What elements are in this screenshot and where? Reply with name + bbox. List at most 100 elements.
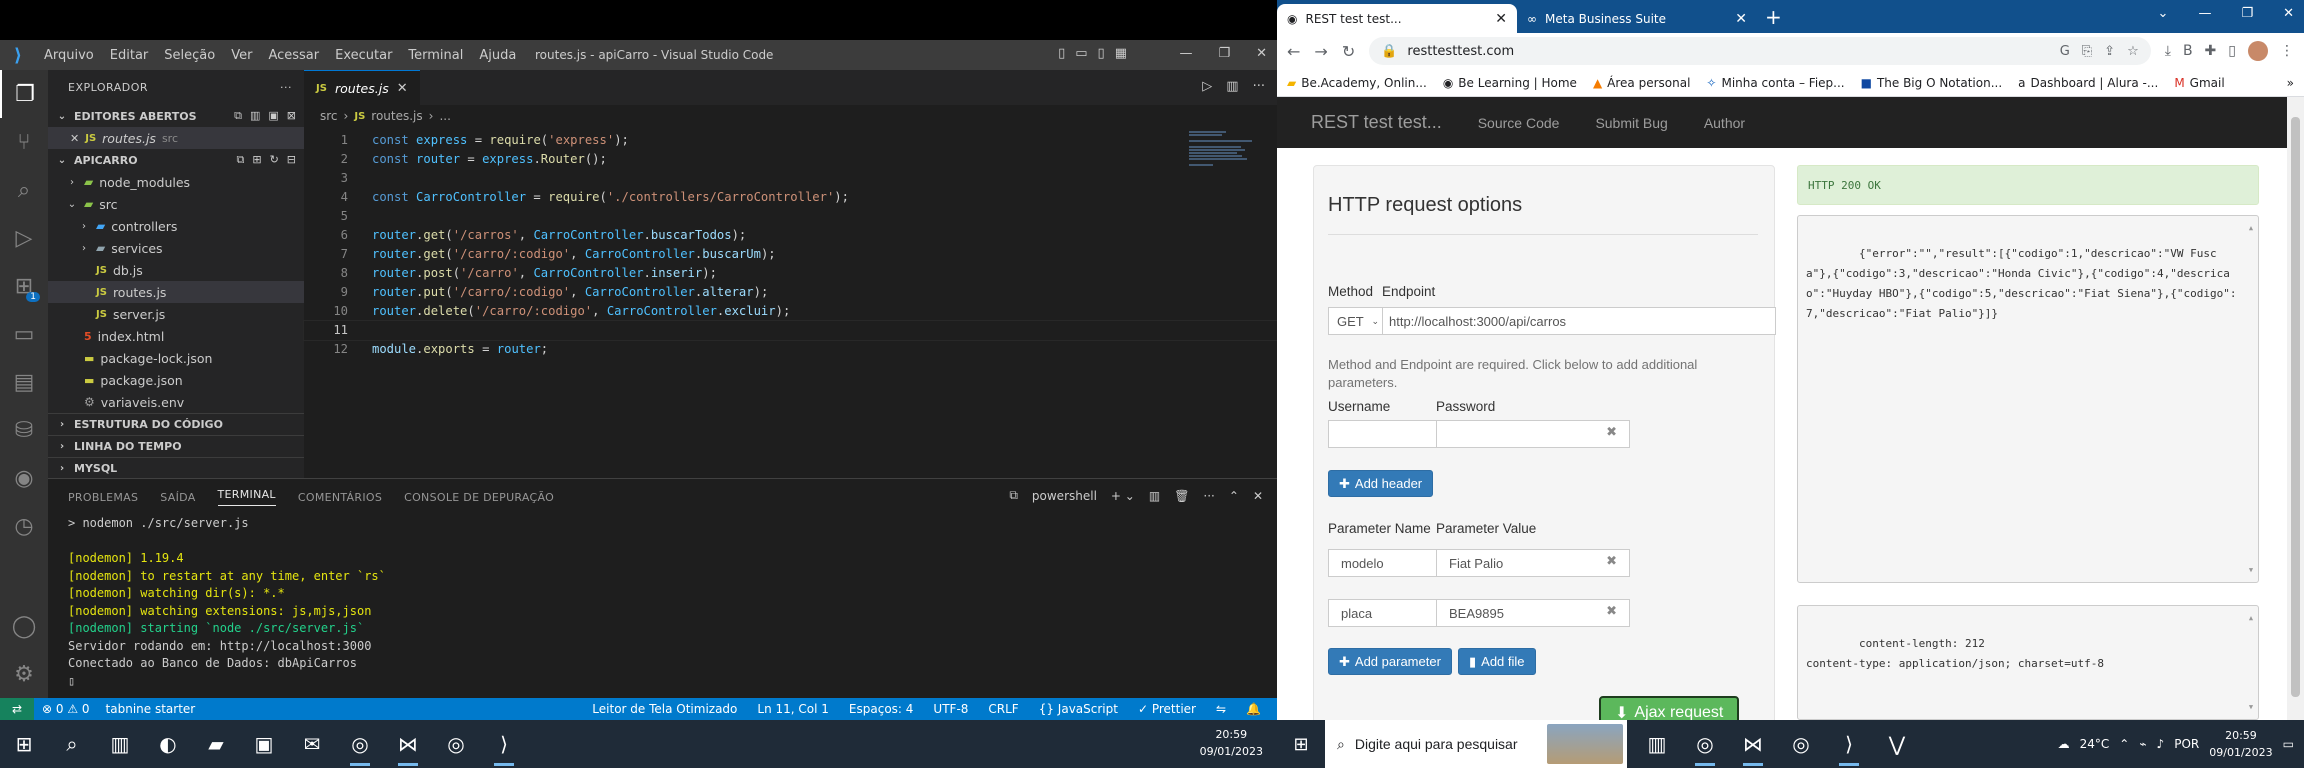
tree-item-src[interactable]: ⌄ ▰ src — [48, 193, 304, 215]
problems-status[interactable]: ⊗ 0 ⚠ 0 — [34, 702, 98, 716]
close-tab-icon[interactable]: ✕ — [1495, 11, 1507, 27]
live-share-icon[interactable]: ⇋ — [1208, 702, 1234, 716]
share-icon[interactable]: ⇪ — [2104, 44, 2115, 59]
notifications-bell-icon[interactable]: 🔔 — [1238, 702, 1269, 716]
edge-icon[interactable]: ◐ — [144, 720, 192, 768]
maximize-panel-icon[interactable]: ⌃ — [1229, 489, 1239, 503]
bookmark-item[interactable]: ▰ Be.Academy, Onlin... — [1287, 76, 1427, 90]
endpoint-input[interactable]: http://localhost:3000/api/carros — [1382, 307, 1776, 335]
search-icon[interactable]: ⌕ — [48, 720, 96, 768]
menu-dots-icon[interactable]: ⋮ — [2280, 43, 2294, 59]
run-icon[interactable]: ▷ — [1202, 79, 1212, 94]
close-tab-icon[interactable]: ✕ — [1735, 11, 1747, 27]
tab-comments[interactable]: COMENTÁRIOS — [298, 491, 382, 504]
menu-ver[interactable]: Ver — [223, 48, 260, 63]
outline-section[interactable]: › ESTRUTURA DO CÓDIGO — [48, 413, 304, 435]
lock-icon[interactable]: 🔒 — [1381, 44, 1397, 59]
volume-icon[interactable]: ♪ — [2157, 737, 2165, 751]
back-arrow-icon[interactable]: ← — [1287, 42, 1300, 61]
tree-item-package-lock[interactable]: ▬ package-lock.json — [48, 347, 304, 369]
project-section[interactable]: ⌄ APICARRO ⧉ ⊞ ↻ ⊟ — [48, 149, 304, 171]
scrollbar-thumb[interactable] — [2291, 117, 2300, 697]
param-name-input[interactable]: modelo — [1328, 549, 1437, 577]
code-line[interactable]: 4 const CarroController = require('./cont… — [304, 188, 1277, 207]
terminal-output[interactable]: > nodemon ./src/server.js [nodemon] 1.19… — [48, 515, 1277, 690]
minimize-icon[interactable]: — — [1179, 46, 1192, 61]
weather-icon[interactable]: ☁ — [2058, 737, 2070, 751]
new-file-icon[interactable]: ⧉ — [236, 153, 244, 167]
code-line[interactable]: 12 module.exports = router; — [304, 340, 1277, 359]
task-view-icon[interactable]: ▥ — [96, 720, 144, 768]
new-untitled-icon[interactable]: ⧉ — [234, 109, 242, 123]
clock[interactable]: 20:59 09/01/2023 — [2209, 727, 2272, 761]
store-icon[interactable]: ▣ — [240, 720, 288, 768]
vscode-icon[interactable]: ⟩ — [1825, 720, 1873, 768]
nav-author[interactable]: Author — [1704, 115, 1745, 131]
bookmark-item[interactable]: ✧ Minha conta – Fiep... — [1706, 76, 1844, 90]
translate-icon[interactable]: ⎘ — [2082, 44, 2092, 59]
close-all-icon[interactable]: ⊠ — [287, 109, 296, 123]
language-indicator[interactable]: POR — [2174, 737, 2199, 751]
code-line[interactable]: 11 — [303, 320, 1278, 341]
method-select[interactable]: GET ⌄ — [1328, 307, 1384, 335]
mysql-section[interactable]: › MYSQL — [48, 457, 304, 479]
editor-tab-routes[interactable]: JS routes.js ✕ — [304, 70, 420, 105]
weather-temp[interactable]: 24°C — [2080, 737, 2110, 751]
language-mode[interactable]: {} JavaScript — [1031, 702, 1126, 716]
tree-item-index-html[interactable]: 5 index.html — [48, 325, 304, 347]
close-tab-icon[interactable]: ✕ — [397, 81, 408, 96]
tray-overflow-icon[interactable]: ⌃ — [2119, 737, 2129, 751]
page-scrollbar[interactable] — [2287, 97, 2304, 720]
password-input[interactable]: ✖ — [1436, 420, 1630, 448]
clear-icon[interactable]: ✖ — [1606, 553, 1617, 569]
more-actions-icon[interactable]: ··· — [1203, 489, 1214, 503]
menu-selecao[interactable]: Seleção — [156, 48, 223, 63]
browser-tab-resttest[interactable]: ◉ REST test test... ✕ — [1277, 4, 1517, 33]
chrome-profile-icon[interactable]: ◎ — [432, 720, 480, 768]
code-line[interactable]: 2 const router = express.Router(); — [304, 150, 1277, 169]
remote-explorer-icon[interactable]: ▭ — [0, 310, 48, 358]
customize-layout-icon[interactable]: ▦ — [1115, 46, 1127, 61]
bookmark-item[interactable]: ■ The Big O Notation... — [1861, 76, 2003, 90]
extensions-puzzle-icon[interactable]: ✚ — [2205, 43, 2217, 59]
breadcrumb-folder[interactable]: src — [320, 109, 338, 123]
open-editors-section[interactable]: ⌄ EDITORES ABERTOS ⧉ ▥ ▣ ⊠ — [48, 105, 304, 127]
extension-icon[interactable]: ⤓ — [2165, 43, 2171, 59]
code-line[interactable]: 6 router.get('/carros', CarroController.b… — [304, 226, 1277, 245]
nav-source-code[interactable]: Source Code — [1478, 115, 1560, 131]
param-value-input[interactable]: BEA9895 ✖ — [1436, 599, 1630, 627]
reload-icon[interactable]: ↻ — [1342, 42, 1355, 61]
breadcrumb-symbol[interactable]: ... — [439, 109, 450, 123]
response-headers[interactable]: content-length: 212 content-type: applic… — [1797, 605, 2259, 720]
scrollbar[interactable]: ▲ ▼ — [2246, 608, 2256, 717]
new-terminal-icon[interactable]: + ⌄ — [1111, 489, 1135, 503]
tab-output[interactable]: SAÍDA — [160, 491, 195, 504]
avatar[interactable] — [2248, 41, 2268, 61]
tab-search-icon[interactable]: ⌄ — [2158, 6, 2169, 21]
tab-terminal[interactable]: TERMINAL — [217, 488, 276, 506]
shell-name[interactable]: powershell — [1032, 489, 1097, 503]
manage-gear-icon[interactable]: ⚙ — [0, 650, 48, 698]
new-tab-icon[interactable]: + — [1757, 5, 1790, 33]
source-control-icon[interactable]: ⑂ — [0, 118, 48, 166]
tabnine-status[interactable]: tabnine starter — [98, 702, 204, 716]
tree-item-node-modules[interactable]: › ▰ node_modules — [48, 171, 304, 193]
file-explorer-icon[interactable]: ▰ — [192, 720, 240, 768]
tree-item-controllers[interactable]: › ▰ controllers — [48, 215, 304, 237]
menu-editar[interactable]: Editar — [102, 48, 157, 63]
tab-problems[interactable]: PROBLEMAS — [68, 491, 138, 504]
line-ending[interactable]: CRLF — [980, 702, 1026, 716]
more-actions-icon[interactable]: ··· — [1253, 79, 1265, 94]
cursor-position[interactable]: Ln 11, Col 1 — [749, 702, 837, 716]
restore-icon[interactable]: ❐ — [2241, 6, 2253, 21]
add-file-button[interactable]: ▮ Add file — [1458, 648, 1536, 675]
more-actions-icon[interactable]: ··· — [280, 81, 292, 94]
encoding[interactable]: UTF-8 — [925, 702, 976, 716]
tree-item-services[interactable]: › ▰ services — [48, 237, 304, 259]
task-view-icon[interactable]: ▥ — [1633, 720, 1681, 768]
close-icon[interactable]: ✕ — [1256, 46, 1267, 61]
toggle-primary-sidebar-icon[interactable]: ▯ — [1058, 46, 1065, 61]
mail-icon[interactable]: ✉ — [288, 720, 336, 768]
google-icon[interactable]: G — [2060, 44, 2070, 59]
new-folder-icon[interactable]: ⊞ — [252, 153, 261, 167]
